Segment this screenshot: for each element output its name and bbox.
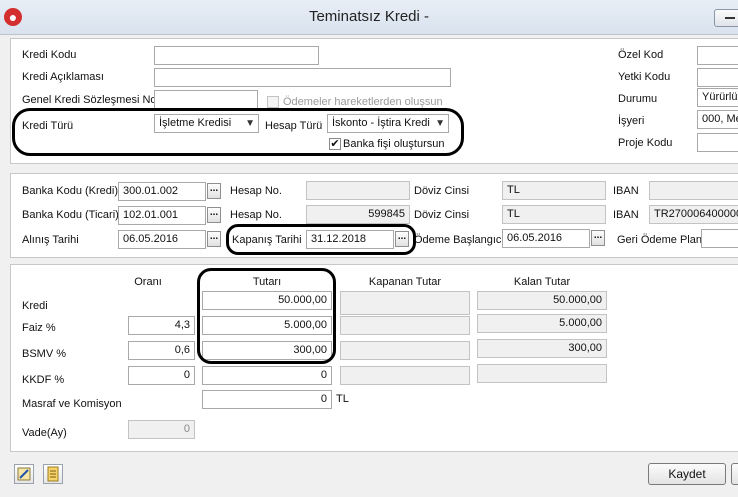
genel-sozlesme-label: Genel Kredi Sözleşmesi No.	[22, 94, 160, 106]
kkdf-kapanan-field	[340, 366, 470, 385]
bsmv-kalan-field: 300,00	[477, 339, 607, 358]
iban-field-2: TR2700064000001	[649, 205, 738, 224]
banka-kodu-ticari-lookup-button[interactable]: ...	[207, 207, 221, 223]
bsmv-kapanan-field	[340, 341, 470, 360]
kredi-row-label: Kredi	[22, 300, 48, 312]
odemeler-checkbox[interactable]	[267, 96, 279, 108]
kredi-kodu-input[interactable]	[154, 46, 319, 65]
kredi-kapanan-field	[340, 291, 470, 315]
kredi-aciklamasi-input[interactable]	[154, 68, 451, 87]
iban-field-1	[649, 181, 738, 200]
vade-label: Vade(Ay)	[22, 427, 67, 439]
proje-kodu-label: Proje Kodu	[618, 137, 673, 149]
window-title: Teminatsız Kredi -	[308, 8, 430, 25]
bsmv-orani-input[interactable]: 0,6	[128, 341, 195, 360]
yetki-kodu-label: Yetki Kodu	[618, 71, 671, 83]
isyeri-value: 000, Mer	[702, 113, 738, 125]
odemeler-label: Ödemeler hareketlerden oluşsun	[283, 96, 443, 108]
banka-kodu-kredi-label: Banka Kodu (Kredi)	[22, 185, 118, 197]
geri-odeme-plani-input[interactable]	[701, 229, 738, 248]
doviz-cinsi-label-2: Döviz Cinsi	[414, 209, 470, 221]
banka-kodu-ticari-input[interactable]: 102.01.001	[118, 206, 206, 225]
isyeri-label: İşyeri	[618, 115, 645, 127]
alinis-tarihi-input[interactable]: 06.05.2016	[118, 230, 206, 249]
ozel-kod-label: Özel Kod	[618, 49, 664, 61]
odeme-baslangici-date-button[interactable]: ...	[591, 230, 605, 246]
hesap-no-field-1	[306, 181, 410, 200]
banka-kodu-kredi-lookup-button[interactable]: ...	[207, 183, 221, 199]
kkdf-kalan-field	[477, 364, 607, 383]
annotation-ellipse-kapanis	[226, 224, 416, 255]
annotation-ellipse-tutari	[197, 268, 336, 364]
kkdf-orani-input[interactable]: 0	[128, 366, 195, 385]
odeme-baslangici-label: Ödeme Başlangıcı	[414, 234, 505, 246]
kkdf-row-label: KKDF %	[22, 374, 65, 386]
genel-sozlesme-input[interactable]	[154, 90, 258, 109]
doviz-cinsi-field-2: TL	[502, 205, 606, 224]
iban-label-1: IBAN	[613, 185, 639, 197]
kapanan-tutar-header: Kapanan Tutar	[368, 276, 442, 288]
minimize-icon	[725, 17, 735, 19]
faiz-orani-input[interactable]: 4,3	[128, 316, 195, 335]
masraf-input[interactable]: 0	[202, 390, 332, 409]
kredi-kalan-field: 50.000,00	[477, 291, 607, 310]
alinis-tarihi-date-button[interactable]: ...	[207, 231, 221, 247]
kaydet-button[interactable]: Kaydet	[648, 463, 726, 485]
kkdf-tutari-input[interactable]: 0	[202, 366, 332, 385]
hesap-no-label-2: Hesap No.	[230, 209, 282, 221]
kredi-aciklamasi-label: Kredi Açıklaması	[22, 71, 104, 83]
geri-odeme-plani-label: Geri Ödeme Planı	[617, 234, 706, 246]
durumu-select[interactable]: Yürürlükte	[697, 88, 738, 107]
odeme-baslangici-input[interactable]: 06.05.2016	[502, 229, 590, 248]
ozel-kod-input[interactable]	[697, 46, 738, 65]
durumu-value: Yürürlükte	[702, 91, 738, 103]
kalan-tutar-header: Kalan Tutar	[513, 276, 571, 288]
secondary-button[interactable]	[731, 463, 738, 485]
banka-kodu-ticari-label: Banka Kodu (Ticari)	[22, 209, 119, 221]
notes-icon	[47, 466, 59, 482]
iban-label-2: IBAN	[613, 209, 639, 221]
durumu-label: Durumu	[618, 93, 658, 105]
faiz-row-label: Faiz %	[22, 322, 56, 334]
alinis-tarihi-label: Alınış Tarihi	[22, 234, 79, 246]
hesap-no-field-2: 599845	[306, 205, 410, 224]
notes-tool-button[interactable]	[43, 464, 63, 484]
banka-kodu-kredi-input[interactable]: 300.01.002	[118, 182, 206, 201]
doviz-cinsi-label-1: Döviz Cinsi	[414, 185, 470, 197]
masraf-currency: TL	[336, 393, 349, 405]
minimize-button[interactable]	[714, 9, 738, 27]
doviz-cinsi-field-1: TL	[502, 181, 606, 200]
edit-tool-button[interactable]	[14, 464, 34, 484]
kredi-kodu-label: Kredi Kodu	[22, 49, 77, 61]
faiz-kalan-field: 5.000,00	[477, 314, 607, 333]
faiz-kapanan-field	[340, 316, 470, 335]
proje-kodu-input[interactable]	[697, 133, 738, 152]
yetki-kodu-input[interactable]	[697, 68, 738, 87]
hesap-no-label-1: Hesap No.	[230, 185, 282, 197]
pencil-icon	[17, 467, 31, 481]
bsmv-row-label: BSMV %	[22, 348, 67, 360]
isyeri-select[interactable]: 000, Mer	[697, 110, 738, 129]
vade-field: 0	[128, 420, 195, 439]
annotation-ellipse-kredi-turu	[12, 108, 464, 156]
masraf-label: Masraf ve Komisyon	[22, 398, 122, 410]
orani-header: Oranı	[134, 276, 162, 288]
